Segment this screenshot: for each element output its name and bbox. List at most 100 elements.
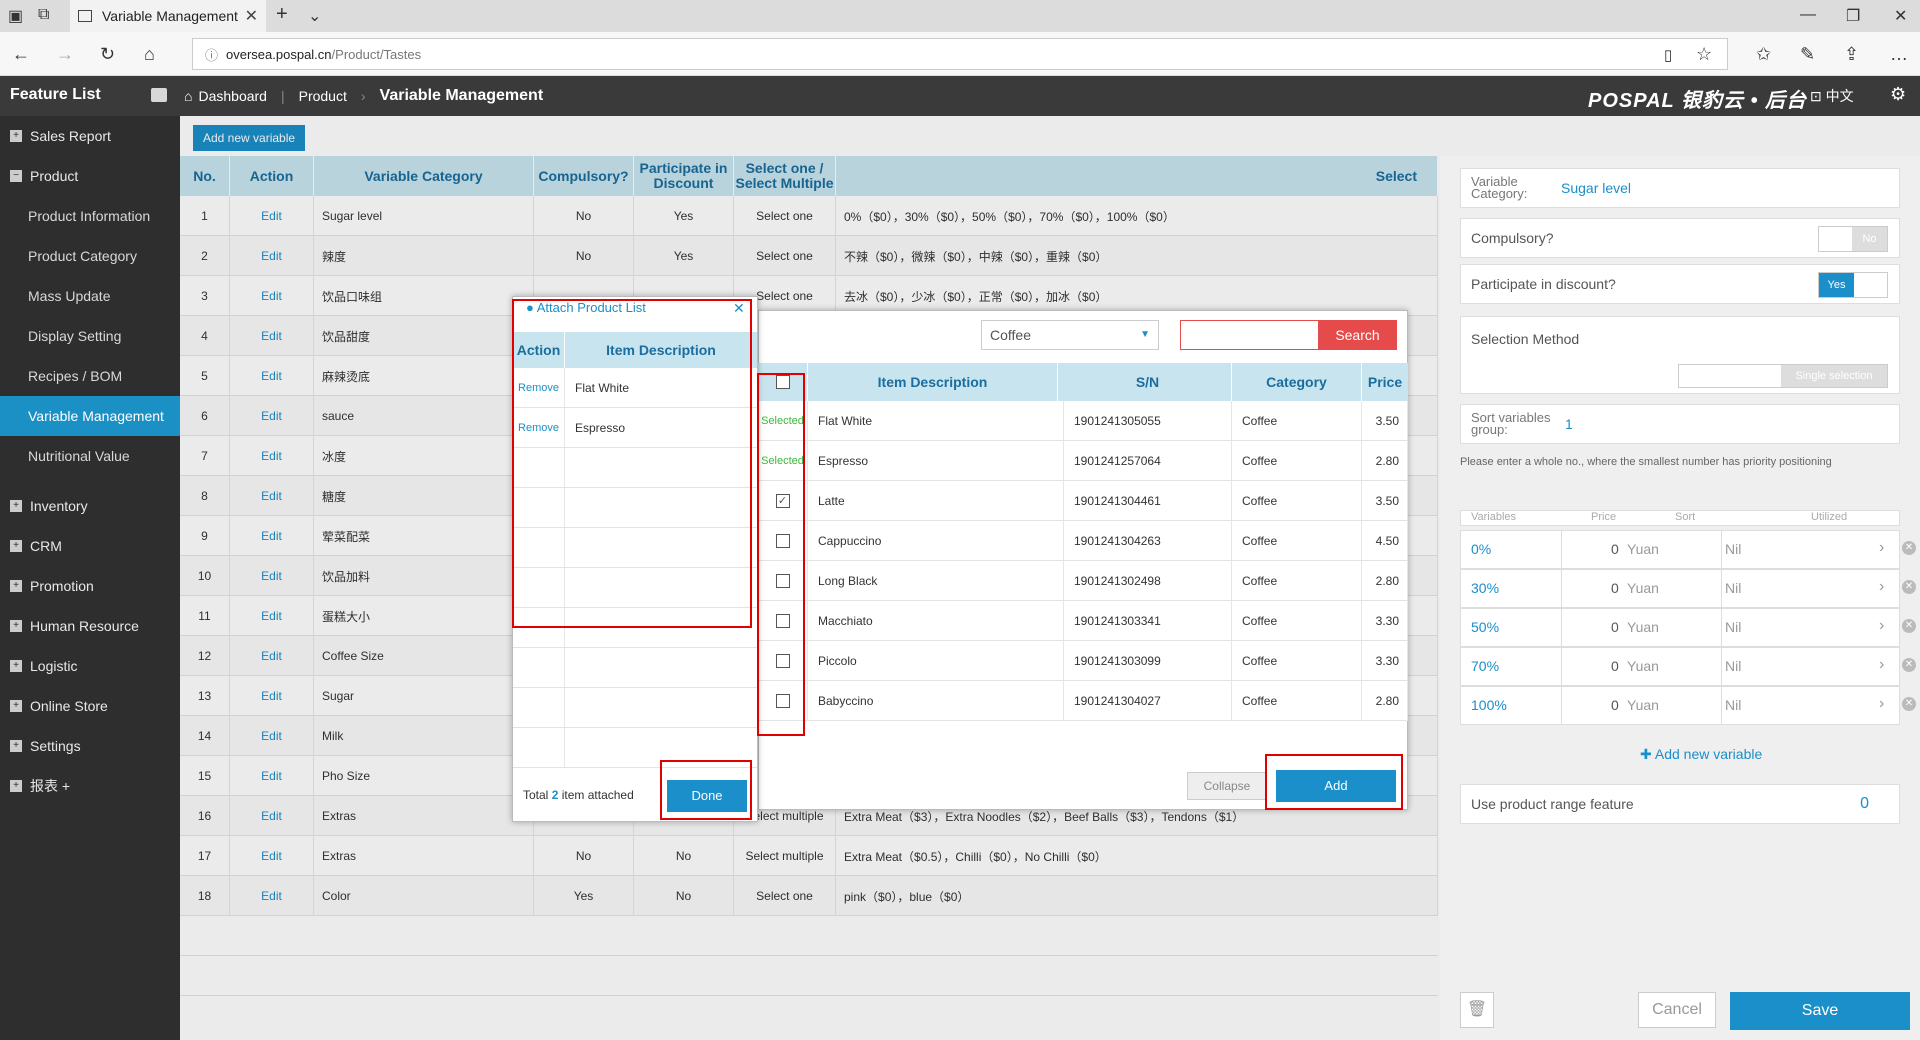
crumb-product[interactable]: Product bbox=[299, 88, 347, 104]
cell-category: Coffee bbox=[1232, 601, 1362, 641]
tab-preview-icon[interactable]: ⧉ bbox=[38, 6, 49, 24]
url-input[interactable]: ⓘ oversea.pospal.cn /Product/Tastes bbox=[192, 38, 1728, 70]
variable-row[interactable]: 0% 0 Yuan Nil › bbox=[1460, 530, 1900, 569]
plus-icon: + bbox=[10, 540, 22, 552]
sidebar-item-inventory[interactable]: + Inventory bbox=[0, 486, 180, 526]
attached-row-empty bbox=[513, 648, 757, 688]
close-tab-icon[interactable]: ✕ bbox=[245, 6, 258, 26]
collapse-sidebar-icon[interactable] bbox=[151, 88, 167, 102]
variable-price: 0 bbox=[1611, 580, 1619, 596]
share-icon[interactable]: ⇪ bbox=[1844, 44, 1859, 65]
new-tab-icon[interactable]: + bbox=[276, 3, 288, 26]
category-select[interactable]: Coffee ▼ bbox=[981, 320, 1159, 350]
favorite-star-icon[interactable]: ☆ bbox=[1696, 44, 1712, 65]
save-button[interactable]: Save bbox=[1730, 992, 1910, 1030]
minimize-icon[interactable]: — bbox=[1800, 6, 1816, 24]
sidebar-item-product[interactable]: − Product bbox=[0, 156, 180, 196]
chevron-right-icon: › bbox=[1879, 695, 1885, 712]
reading-view-icon[interactable]: ▯ bbox=[1664, 46, 1672, 64]
sidebar-item-human-resource[interactable]: + Human Resource bbox=[0, 606, 180, 646]
delete-variable-icon[interactable]: ✕ bbox=[1902, 697, 1916, 711]
breadcrumb: ⌂ Dashboard | Product › Variable Managem… bbox=[184, 76, 543, 116]
collapse-button[interactable]: Collapse bbox=[1187, 772, 1267, 800]
delete-variable-icon[interactable]: ✕ bbox=[1902, 658, 1916, 672]
more-icon[interactable]: … bbox=[1890, 44, 1908, 65]
cell-price: 3.30 bbox=[1362, 601, 1408, 641]
sidebar-item-crm[interactable]: + CRM bbox=[0, 526, 180, 566]
trash-icon[interactable]: 🗑 bbox=[1460, 992, 1494, 1028]
back-icon[interactable]: ← bbox=[12, 44, 30, 65]
variable-unit: Yuan bbox=[1627, 541, 1659, 557]
selection-method-toggle[interactable]: Single selection bbox=[1678, 364, 1888, 388]
sidebar-subitem[interactable]: Display Setting bbox=[0, 316, 180, 356]
delete-variable-icon[interactable]: ✕ bbox=[1902, 619, 1916, 633]
browser-tab[interactable]: Variable Management ✕ bbox=[70, 0, 266, 32]
delete-variable-icon[interactable]: ✕ bbox=[1902, 580, 1916, 594]
variable-row[interactable]: 100% 0 Yuan Nil › bbox=[1460, 686, 1900, 725]
cell-description: Long Black bbox=[808, 561, 1064, 601]
delete-variable-icon[interactable]: ✕ bbox=[1902, 541, 1916, 555]
field-label: Compulsory? bbox=[1471, 230, 1554, 246]
product-range-field[interactable]: Use product range feature 0 bbox=[1460, 784, 1900, 824]
variable-row[interactable]: 70% 0 Yuan Nil › bbox=[1460, 647, 1900, 686]
col-price: Price bbox=[1367, 374, 1403, 390]
product-row[interactable]: Selected Flat White 1901241305055 Coffee 3.5… bbox=[758, 401, 1408, 441]
sidebar-subitem[interactable]: Product Category bbox=[0, 236, 180, 276]
sidebar-item-logistic[interactable]: + Logistic bbox=[0, 646, 180, 686]
refresh-icon[interactable]: ↻ bbox=[100, 44, 115, 65]
sidebar-item-reports[interactable]: + 报表 + bbox=[0, 766, 180, 806]
variable-row[interactable]: 30% 0 Yuan Nil › bbox=[1460, 569, 1900, 608]
cell-description bbox=[565, 688, 757, 728]
sidebar-subitem[interactable]: Product Information bbox=[0, 196, 180, 236]
sidebar-subitem[interactable]: Nutritional Value bbox=[0, 436, 180, 476]
plus-icon: + bbox=[10, 740, 22, 752]
cell-description bbox=[565, 648, 757, 688]
col-variables: Variables bbox=[1471, 511, 1517, 523]
discount-toggle[interactable]: Yes bbox=[1818, 272, 1888, 298]
variable-category-field[interactable]: Variable Category: Sugar level bbox=[1460, 168, 1900, 208]
close-window-icon[interactable]: ✕ bbox=[1894, 6, 1907, 26]
product-row[interactable]: Selected Espresso 1901241257064 Coffee 2.80 bbox=[758, 441, 1408, 481]
cell-sn: 1901241303099 bbox=[1064, 641, 1232, 681]
product-row[interactable]: Macchiato 1901241303341 Coffee 3.30 bbox=[758, 601, 1408, 641]
url-host: oversea.pospal.cn bbox=[226, 46, 332, 62]
sidebar-subitem[interactable]: Recipes / BOM bbox=[0, 356, 180, 396]
forward-icon[interactable]: → bbox=[56, 44, 74, 65]
pen-icon[interactable]: ✎ bbox=[1800, 44, 1815, 65]
product-row[interactable]: ✓ Latte 1901241304461 Coffee 3.50 bbox=[758, 481, 1408, 521]
language-switch[interactable]: ⊡ 中文 bbox=[1810, 86, 1854, 106]
product-row[interactable]: Piccolo 1901241303099 Coffee 3.30 bbox=[758, 641, 1408, 681]
total-count: 2 bbox=[551, 788, 559, 802]
sort-field[interactable]: Sort variables group: 1 bbox=[1460, 404, 1900, 444]
cell-price: 2.80 bbox=[1362, 561, 1408, 601]
variable-row[interactable]: 50% 0 Yuan Nil › bbox=[1460, 608, 1900, 647]
add-new-variable-link[interactable]: ✚ Add new variable bbox=[1640, 746, 1762, 763]
product-row[interactable]: Babyccino 1901241304027 Coffee 2.80 bbox=[758, 681, 1408, 721]
cell-category: Coffee bbox=[1232, 681, 1362, 721]
toggle-label: Yes bbox=[1819, 273, 1854, 297]
product-row[interactable]: Long Black 1901241302498 Coffee 2.80 bbox=[758, 561, 1408, 601]
tab-list-icon[interactable]: ⌄ bbox=[308, 6, 321, 26]
cell-sn: 1901241304027 bbox=[1064, 681, 1232, 721]
cell-category: Coffee bbox=[1232, 441, 1362, 481]
sidebar-subitem-active[interactable]: Variable Management bbox=[0, 396, 180, 436]
globe-icon: ⊡ bbox=[1810, 88, 1826, 104]
product-row[interactable]: Cappuccino 1901241304263 Coffee 4.50 bbox=[758, 521, 1408, 561]
home-icon[interactable]: ⌂ bbox=[144, 44, 155, 65]
gear-icon[interactable]: ⚙ bbox=[1890, 84, 1906, 105]
favorites-icon[interactable]: ✩ bbox=[1756, 44, 1771, 65]
tab-actions-icon[interactable]: ▣ bbox=[8, 6, 23, 26]
highlight-box-add bbox=[1265, 754, 1403, 810]
search-button[interactable]: Search bbox=[1318, 320, 1397, 350]
sidebar-item-sales-report[interactable]: + Sales Report bbox=[0, 116, 180, 156]
sidebar-item-promotion[interactable]: + Promotion bbox=[0, 566, 180, 606]
restore-icon[interactable]: ❐ bbox=[1846, 6, 1860, 26]
sidebar-item-online-store[interactable]: + Online Store bbox=[0, 686, 180, 726]
sidebar-item-settings[interactable]: + Settings bbox=[0, 726, 180, 766]
compulsory-toggle[interactable]: No bbox=[1818, 226, 1888, 252]
crumb-dashboard[interactable]: Dashboard bbox=[198, 88, 267, 104]
cancel-button[interactable]: Cancel bbox=[1638, 992, 1716, 1028]
variable-utilized: Nil bbox=[1725, 619, 1742, 635]
sidebar-subitem[interactable]: Mass Update bbox=[0, 276, 180, 316]
cell-price: 4.50 bbox=[1362, 521, 1408, 561]
